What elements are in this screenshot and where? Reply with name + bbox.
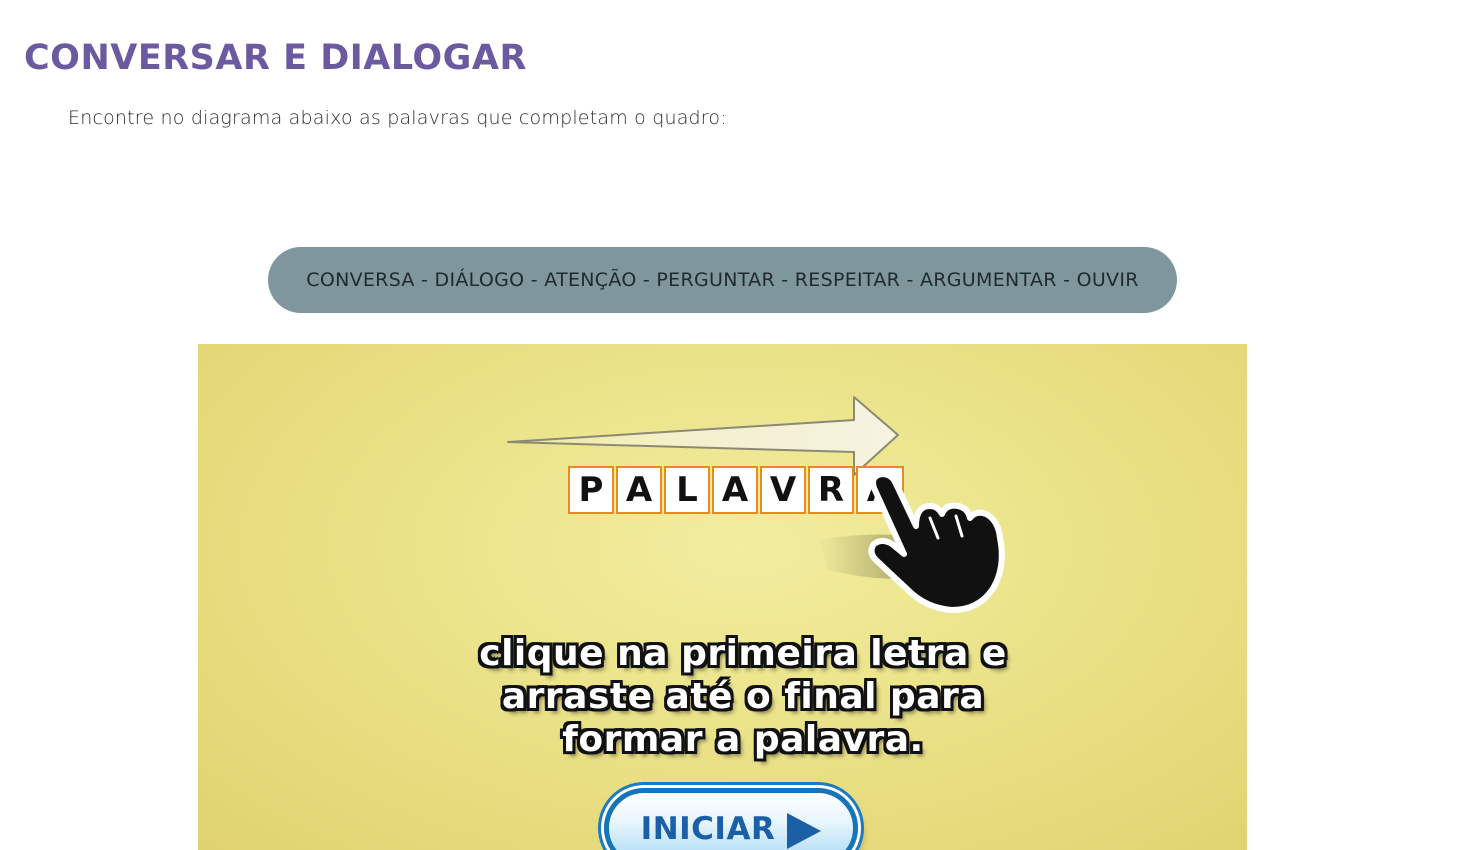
demo-letter-7: A bbox=[856, 466, 904, 514]
game-illustration bbox=[507, 396, 1005, 613]
demo-letter-2: A bbox=[616, 466, 662, 514]
start-button[interactable]: INICIAR bbox=[604, 788, 858, 850]
demo-letter-1: P bbox=[568, 466, 614, 514]
word-bank-text: CONVERSA - DIÁLOGO - ATENÇÃO - PERGUNTAR… bbox=[306, 269, 1139, 291]
word-bank: CONVERSA - DIÁLOGO - ATENÇÃO - PERGUNTAR… bbox=[268, 247, 1177, 313]
demo-letter-5: V bbox=[760, 466, 806, 514]
right-arrow-icon bbox=[507, 396, 899, 476]
page-title: CONVERSAR E DIALOGAR bbox=[24, 38, 527, 78]
instruction-text: Encontre no diagrama abaixo as palavras … bbox=[68, 107, 727, 129]
demo-letter-3: L bbox=[664, 466, 710, 514]
game-instructions: clique na primeira letra e arraste até o… bbox=[448, 632, 1038, 761]
word-search-game[interactable]: P A L A V R A clique na primeira letra e… bbox=[198, 344, 1247, 850]
caption-line-3: formar a palavra. bbox=[562, 719, 924, 760]
demo-letter-4: A bbox=[712, 466, 758, 514]
start-button-label: INICIAR bbox=[640, 811, 776, 847]
caption-line-1: clique na primeira letra e bbox=[479, 633, 1007, 674]
play-icon bbox=[787, 813, 822, 849]
demo-letter-6: R bbox=[808, 466, 854, 514]
caption-line-2: arraste até o final para bbox=[501, 676, 985, 717]
